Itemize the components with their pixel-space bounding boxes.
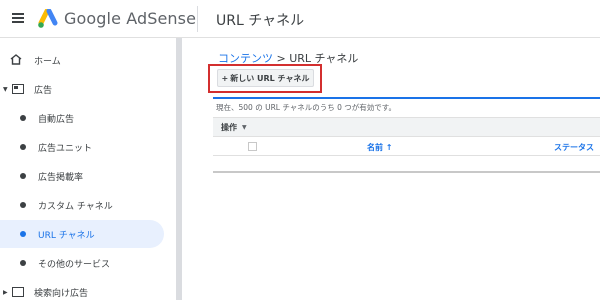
sidebar-item-url-channels[interactable]: URL チャネル [0,220,164,248]
hamburger-menu-icon[interactable] [12,13,24,23]
sidebar-item-home[interactable]: ホーム [0,46,164,74]
column-header-name[interactable]: 名前 ↑ [367,142,393,153]
table-toolbar: 操作 ▼ [213,117,600,137]
page-title: URL チャネル [216,13,305,29]
bullet-icon [20,260,26,266]
app-name: Google AdSense [64,9,197,28]
sidebar-item-label: カスタム チャネル [38,201,113,212]
table-bottom-border [213,171,600,173]
sidebar-item-label: その他のサービス [38,259,111,270]
top-app-bar: Google AdSense URL チャネル [0,0,600,38]
new-url-channel-button[interactable]: + 新しい URL チャネル [217,69,314,87]
table-divider [213,155,600,156]
sidebar-item-label: 自動広告 [38,114,75,125]
select-all-checkbox[interactable] [248,142,257,151]
sidebar-item-label: ホーム [34,56,61,67]
sidebar-item-auto-ads[interactable]: 自動広告 [0,104,164,132]
sidebar-item-label: 広告 [34,85,53,96]
sidebar-item-label: 広告掲載率 [38,172,84,183]
section-divider [213,97,600,99]
bullet-icon [20,173,26,179]
bullet-icon [20,144,26,150]
chevron-down-icon: ▼ [242,124,247,131]
sidebar-item-label: 広告ユニット [38,143,93,154]
operations-label: 操作 [221,123,237,132]
home-icon [10,54,22,65]
adsense-logo-icon [38,9,58,28]
plus-icon: + [221,73,229,83]
expand-caret-icon[interactable]: ▼ [3,86,8,93]
sidebar-item-ad-coverage[interactable]: 広告掲載率 [0,162,164,190]
ads-icon [12,84,24,94]
collapse-caret-icon[interactable]: ▶ [3,289,8,296]
bullet-icon [20,202,26,208]
sidebar-item-label: URL チャネル [38,230,95,241]
sidebar-item-other-services[interactable]: その他のサービス [0,249,164,277]
channel-count-status: 現在、500 の URL チャネルのうち 0 つが有効です。 [216,103,397,112]
operations-dropdown[interactable]: 操作 ▼ [221,122,247,133]
bullet-icon [20,231,26,237]
search-ads-icon [12,287,24,297]
sidebar-item-custom-channels[interactable]: カスタム チャネル [0,191,164,219]
sidebar-scrollbar[interactable] [176,38,182,300]
sidebar-item-search-ads[interactable]: ▶ 検索向け広告 [0,278,164,300]
sidebar: ホーム ▼ 広告 自動広告 広告ユニット 広告掲載率 カスタム チャネル URL… [0,38,176,300]
header-divider [197,6,198,32]
column-header-status[interactable]: ステータス [554,142,594,153]
sidebar-item-ad-units[interactable]: 広告ユニット [0,133,164,161]
table-header-row: 名前 ↑ ステータス [213,139,600,155]
sidebar-item-label: 検索向け広告 [34,288,89,299]
new-button-label: 新しい URL チャネル [230,73,310,83]
sidebar-item-ads[interactable]: ▼ 広告 [0,75,164,103]
bullet-icon [20,115,26,121]
